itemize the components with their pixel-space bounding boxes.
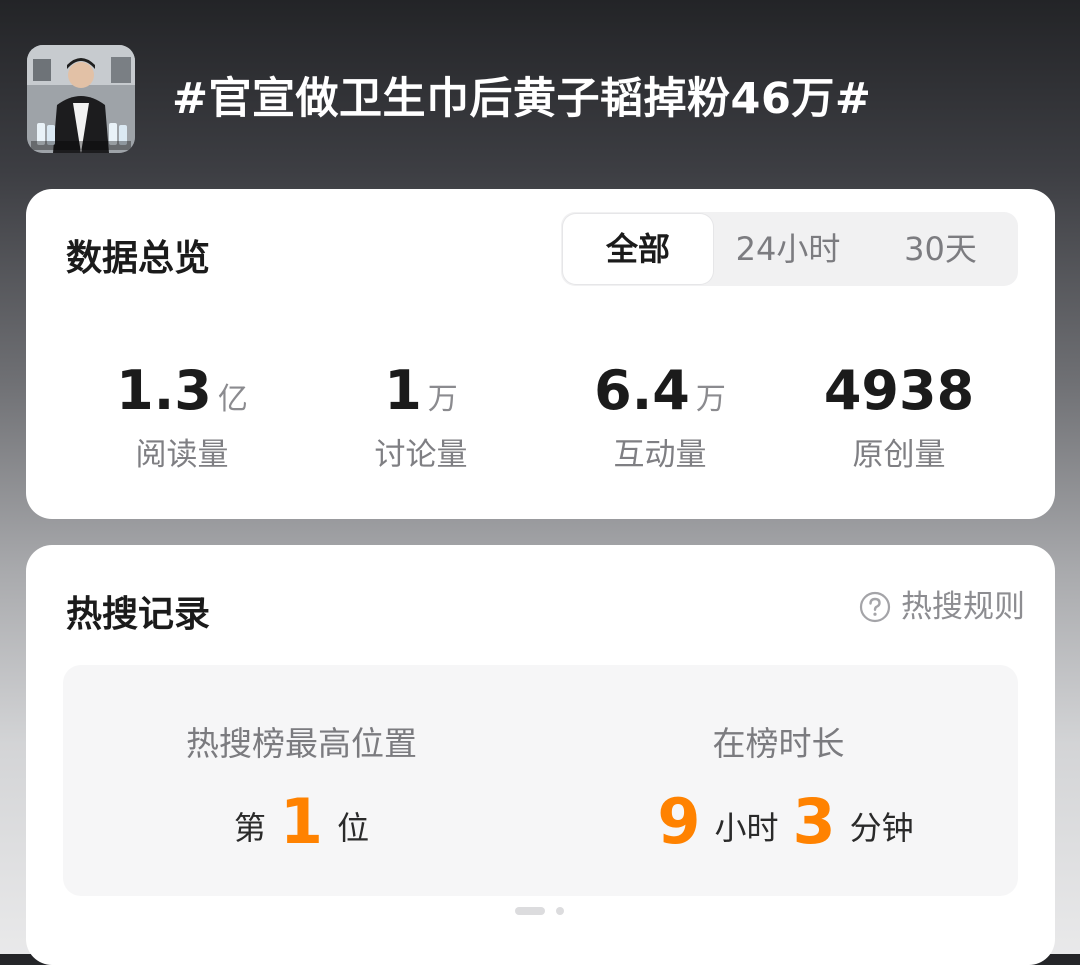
hot-search-rules-link[interactable]: 热搜规则 — [859, 585, 1025, 629]
stat-unit: 万 — [695, 382, 726, 417]
stat-label: 讨论量 — [374, 437, 468, 473]
position-prefix: 第 — [233, 809, 266, 847]
tab-30-days[interactable]: 30天 — [863, 212, 1018, 286]
duration-hours-unit: 小时 — [714, 809, 779, 847]
time-on-list-value-row: 9 小时 3 分钟 — [540, 787, 1017, 869]
topic-thumbnail[interactable] — [27, 45, 135, 153]
stat-interactions: 6.4 万 互动量 — [540, 359, 780, 474]
duration-minutes-unit: 分钟 — [849, 809, 914, 847]
stat-label: 原创量 — [852, 437, 946, 473]
time-on-list: 在榜时长 9 小时 3 分钟 — [540, 665, 1017, 896]
stat-value: 6.4 — [594, 359, 690, 422]
records-panel: 热搜榜最高位置 第1位 在榜时长 9 小时 3 分钟 — [63, 665, 1018, 896]
duration-hours: 9 — [657, 785, 701, 858]
stat-reads: 1.3 亿 阅读量 — [62, 359, 302, 474]
overview-title: 数据总览 — [66, 238, 211, 279]
rules-link-label: 热搜规则 — [901, 589, 1025, 625]
position-number: 1 — [279, 785, 324, 858]
question-circle-icon — [859, 591, 891, 623]
tab-all[interactable]: 全部 — [563, 214, 713, 284]
stat-originals: 4938 原创量 — [779, 359, 1019, 474]
topic-header: #官宣做卫生巾后黄子韬掉粉46万# — [0, 0, 1080, 190]
stat-unit: 亿 — [217, 382, 248, 417]
page-indicator — [515, 907, 575, 917]
stat-label: 阅读量 — [135, 437, 229, 473]
highest-position: 热搜榜最高位置 第1位 — [63, 665, 540, 896]
topic-title: #官宣做卫生巾后黄子韬掉粉46万# — [172, 74, 872, 124]
topic-thumbnail-image — [27, 45, 135, 153]
stat-value: 4938 — [823, 359, 975, 422]
page-indicator-active — [515, 907, 545, 915]
stats-row: 1.3 亿 阅读量 1万 讨论量 6.4 万 互动量 4938 原创量 — [26, 359, 1055, 473]
time-on-list-label: 在榜时长 — [712, 724, 845, 763]
data-overview-card: 数据总览 全部 24小时 30天 1.3 亿 阅读量 1万 讨论量 6.4 万 互动… — [26, 189, 1055, 519]
stat-discussions: 1万 讨论量 — [301, 359, 541, 474]
stat-unit: 万 — [427, 382, 458, 417]
duration-minutes: 3 — [792, 785, 836, 858]
page-indicator-dot — [556, 907, 564, 915]
stat-value: 1 — [384, 359, 422, 422]
highest-position-value-row: 第1位 — [63, 787, 540, 869]
position-suffix: 位 — [337, 809, 370, 847]
highest-position-label: 热搜榜最高位置 — [186, 724, 417, 763]
stat-label: 互动量 — [613, 437, 707, 473]
time-range-tabs: 全部 24小时 30天 — [561, 212, 1018, 286]
records-title: 热搜记录 — [66, 594, 211, 635]
tab-24-hours[interactable]: 24小时 — [713, 212, 863, 286]
hot-search-records-card: 热搜记录 热搜规则 热搜榜最高位置 第1位 在榜时长 9 小时 3 分钟 — [26, 545, 1055, 965]
stat-value: 1.3 — [116, 359, 212, 422]
